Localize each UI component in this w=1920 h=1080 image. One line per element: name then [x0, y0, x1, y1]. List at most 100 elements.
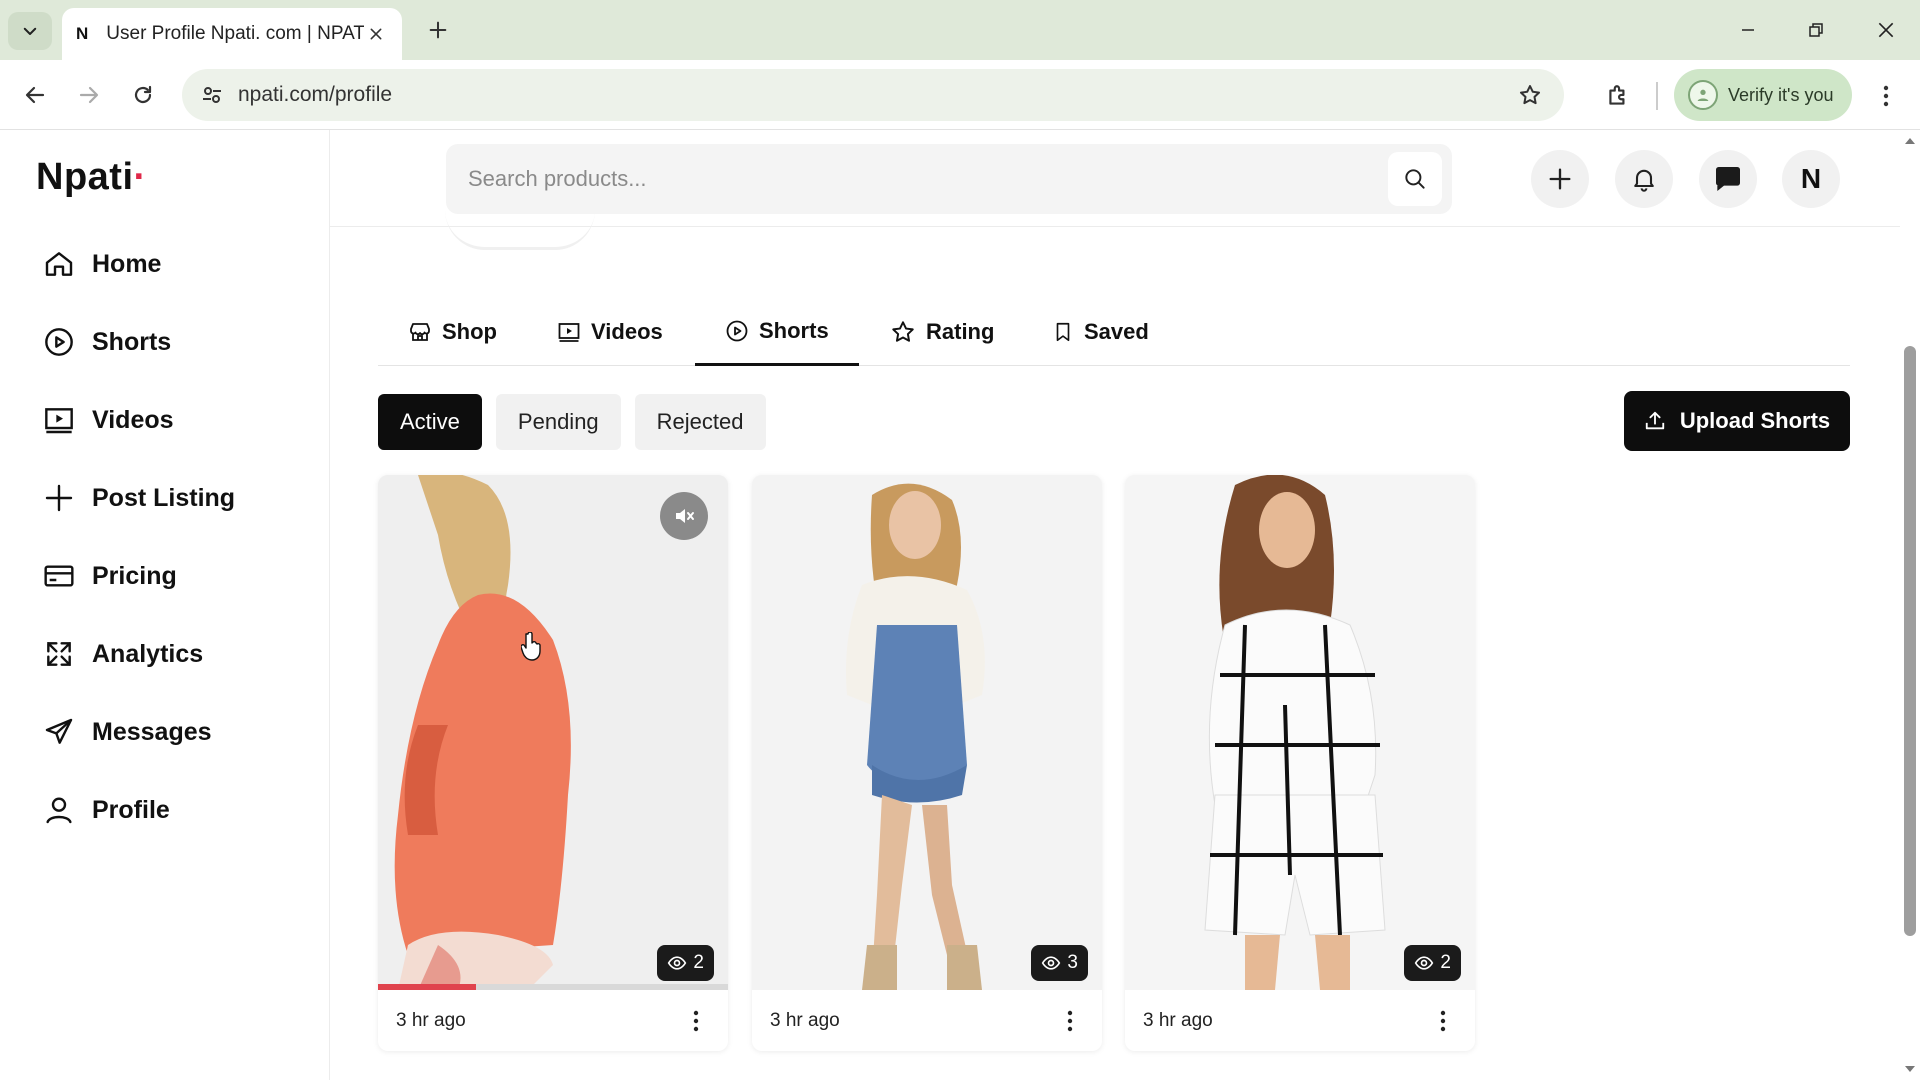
star-icon	[1520, 85, 1540, 105]
short-card[interactable]: 2 3 hr ago	[378, 475, 728, 1051]
extensions-button[interactable]	[1598, 76, 1638, 116]
eye-icon	[668, 956, 687, 970]
reload-button[interactable]	[124, 76, 162, 114]
search-button[interactable]	[1388, 152, 1442, 206]
sidebar-item-messages[interactable]: Messages	[42, 704, 212, 760]
short-card[interactable]: 3 3 hr ago	[752, 475, 1102, 1051]
create-button[interactable]	[1531, 150, 1589, 208]
short-video[interactable]: 2	[1125, 475, 1475, 990]
store-icon	[410, 323, 430, 341]
puzzle-icon	[1609, 85, 1625, 105]
sidebar-item-shorts[interactable]: Shorts	[42, 314, 171, 370]
avatar: N	[1800, 163, 1822, 194]
status-filters: Active Pending Rejected	[378, 394, 766, 450]
forward-button[interactable]	[70, 76, 108, 114]
model-image	[752, 475, 1102, 990]
video-icon	[42, 403, 76, 437]
tab-videos[interactable]: Videos	[527, 298, 693, 366]
site-info-button[interactable]	[186, 69, 238, 121]
search-bar: Search products...	[446, 144, 1452, 214]
sidebar: Npati· Home Shorts Videos Post Listing P…	[0, 130, 330, 1080]
sidebar-item-label: Post Listing	[92, 483, 236, 512]
scrollbar-thumb[interactable]	[1904, 346, 1916, 936]
model-image	[1125, 475, 1475, 990]
page: Npati· Home Shorts Videos Post Listing P…	[0, 130, 1920, 1080]
tab-favicon: N	[76, 24, 89, 43]
scroll-up-icon	[1905, 138, 1915, 144]
back-button[interactable]	[16, 76, 54, 114]
tune-icon	[203, 87, 221, 103]
verify-label: Verify it's you	[1728, 84, 1834, 105]
restore-button[interactable]	[1796, 10, 1836, 50]
view-count: 3	[1067, 952, 1078, 973]
more-options-button[interactable]	[1056, 1003, 1084, 1039]
view-count-badge: 3	[1031, 945, 1088, 981]
search-input[interactable]: Search products...	[446, 166, 1388, 192]
sidebar-item-pricing[interactable]: Pricing	[42, 548, 177, 604]
sidebar-item-profile[interactable]: Profile	[42, 782, 170, 838]
address-bar[interactable]: npati.com/profile	[182, 69, 1564, 121]
short-video[interactable]: 2	[378, 475, 728, 990]
eye-icon	[1042, 956, 1061, 970]
tab-shop[interactable]: Shop	[378, 298, 527, 366]
plus-icon	[42, 481, 76, 515]
tab-rating[interactable]: Rating	[860, 298, 1024, 366]
more-vertical-icon	[1883, 85, 1889, 107]
posted-time: 3 hr ago	[396, 1009, 466, 1031]
sidebar-item-home[interactable]: Home	[42, 236, 161, 292]
toolbar-divider	[1656, 82, 1658, 110]
short-card[interactable]: 2 3 hr ago	[1125, 475, 1475, 1051]
tab-close-button[interactable]	[364, 22, 388, 46]
upload-shorts-button[interactable]: Upload Shorts	[1624, 391, 1850, 451]
new-tab-button[interactable]	[422, 14, 454, 46]
notifications-button[interactable]	[1615, 150, 1673, 208]
arrow-left-icon	[25, 86, 45, 104]
view-count: 2	[693, 952, 704, 973]
tab-label: Rating	[926, 319, 995, 344]
filter-rejected[interactable]: Rejected	[634, 394, 766, 450]
tab-label: Saved	[1084, 319, 1149, 344]
verify-button[interactable]: Verify it's you	[1674, 69, 1852, 121]
posted-time: 3 hr ago	[770, 1009, 840, 1031]
tab-label: Videos	[591, 319, 663, 344]
play-circle-icon	[726, 320, 748, 341]
filter-active[interactable]: Active	[378, 394, 482, 450]
filter-pending[interactable]: Pending	[495, 394, 621, 450]
close-window-button[interactable]	[1866, 10, 1906, 50]
sidebar-item-label: Messages	[92, 717, 212, 746]
tab-search-button[interactable]	[8, 12, 52, 50]
card-footer: 3 hr ago	[1125, 990, 1475, 1051]
sidebar-item-videos[interactable]: Videos	[42, 392, 174, 448]
profile-tabs: Shop Videos Shorts Rating Saved	[378, 298, 1850, 366]
site-logo[interactable]: Npati·	[36, 156, 147, 199]
sidebar-item-post-listing[interactable]: Post Listing	[42, 470, 235, 526]
sidebar-item-label: Analytics	[92, 639, 204, 668]
messages-button[interactable]	[1699, 150, 1757, 208]
browser-tab[interactable]: N User Profile Npati. com | NPATI	[62, 8, 402, 60]
profile-photo-edge	[445, 210, 595, 250]
view-count-badge: 2	[657, 945, 714, 981]
minimize-button[interactable]	[1728, 10, 1768, 50]
bookmark-star-button[interactable]	[1508, 73, 1552, 117]
close-icon	[1878, 22, 1894, 38]
browser-menu-button[interactable]	[1868, 78, 1904, 114]
mute-button[interactable]	[660, 492, 708, 540]
tab-shorts[interactable]: Shorts	[695, 298, 859, 366]
sidebar-item-label: Home	[92, 249, 162, 278]
tab-saved[interactable]: Saved	[1022, 298, 1179, 366]
more-options-button[interactable]	[682, 1003, 710, 1039]
more-vertical-icon	[1440, 1010, 1446, 1031]
avatar-button[interactable]: N	[1782, 150, 1840, 208]
more-options-button[interactable]	[1429, 1003, 1457, 1039]
sidebar-item-analytics[interactable]: Analytics	[42, 626, 203, 682]
close-icon	[370, 28, 382, 40]
plus-icon	[429, 21, 447, 39]
user-icon	[42, 793, 76, 827]
short-video[interactable]: 3	[752, 475, 1102, 990]
page-scrollbar[interactable]	[1900, 130, 1920, 1080]
upload-label: Upload Shorts	[1679, 408, 1831, 433]
tab-label: Shop	[442, 319, 497, 344]
more-vertical-icon	[693, 1010, 699, 1031]
card-footer: 3 hr ago	[752, 990, 1102, 1051]
restore-icon	[1809, 23, 1823, 37]
